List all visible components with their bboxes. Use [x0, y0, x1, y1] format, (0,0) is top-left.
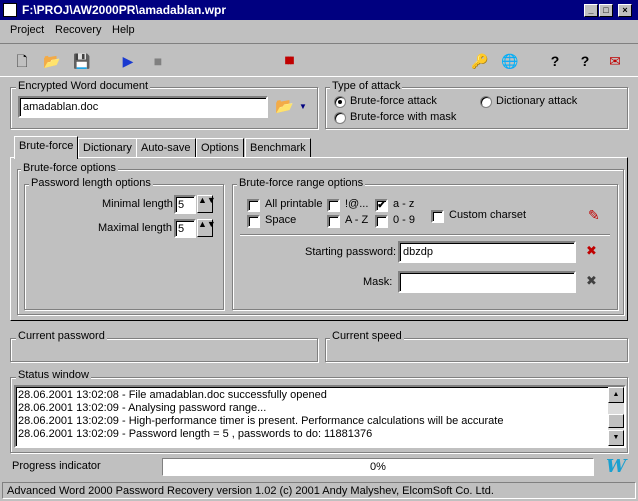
- minimal-length-label: Minimal length: [102, 198, 173, 210]
- exit-icon[interactable]: ✉: [605, 51, 625, 71]
- symbols-checkbox[interactable]: [327, 199, 340, 212]
- start-icon[interactable]: ▶: [118, 51, 138, 71]
- scroll-down-button[interactable]: ▼: [608, 430, 624, 446]
- stop-icon[interactable]: ■: [148, 51, 168, 71]
- maximal-length-spinner[interactable]: ▲▼: [197, 219, 216, 237]
- all-printable-label: All printable: [265, 198, 323, 210]
- status-window-label: Status window: [16, 369, 91, 381]
- progress-indicator-label: Progress indicator: [12, 460, 101, 472]
- brute-force-radio-label: Brute-force attack: [350, 95, 437, 107]
- menu-recovery[interactable]: Recovery: [55, 24, 101, 36]
- brute-force-radio[interactable]: [334, 96, 346, 108]
- elcomsoft-logo-icon[interactable]: W: [606, 456, 626, 477]
- tab-brute-force[interactable]: Brute-force: [14, 136, 79, 159]
- help-about-icon[interactable]: ?: [575, 51, 595, 71]
- status-log-line: 28.06.2001 13:02:08 - File amadablan.doc…: [18, 389, 327, 401]
- menu-help[interactable]: Help: [112, 24, 135, 36]
- new-project-icon[interactable]: 🗋: [12, 51, 32, 71]
- brute-force-mask-radio[interactable]: [334, 112, 346, 124]
- status-log-line: 28.06.2001 13:02:09 - High-performance t…: [18, 415, 504, 427]
- tab-options[interactable]: Options: [196, 138, 244, 158]
- custom-charset-label: Custom charset: [449, 209, 527, 221]
- status-log-line: 28.06.2001 13:02:09 - Password length = …: [18, 428, 373, 440]
- starting-password-label: Starting password:: [305, 246, 397, 258]
- digits-label: 0 - 9: [393, 214, 416, 226]
- app-icon[interactable]: [3, 3, 17, 17]
- space-label: Space: [265, 214, 297, 226]
- brute-force-mask-radio-label: Brute-force with mask: [350, 111, 457, 123]
- dictionary-radio[interactable]: [480, 96, 492, 108]
- starting-password-input[interactable]: dbzdp: [398, 241, 576, 263]
- uppercase-checkbox[interactable]: [327, 215, 340, 228]
- globe-icon[interactable]: 🌐: [500, 51, 520, 71]
- current-speed-label: Current speed: [330, 330, 404, 342]
- current-password-label: Current password: [16, 330, 107, 342]
- minimize-button[interactable]: _: [584, 4, 598, 17]
- title-bar[interactable]: F:\PROJ\AW2000PR\amadablan.wpr _ □ ×: [0, 0, 638, 20]
- encrypted-document-label: Encrypted Word document: [16, 80, 151, 92]
- password-length-label: Password length options: [29, 177, 153, 189]
- status-scrollbar[interactable]: ▲ ▼: [608, 387, 624, 446]
- dictionary-radio-label: Dictionary attack: [496, 95, 578, 107]
- menu-project[interactable]: Project: [10, 24, 44, 36]
- tab-benchmark[interactable]: Benchmark: [245, 138, 311, 158]
- status-log-line: 28.06.2001 13:02:09 - Analysing password…: [18, 402, 267, 414]
- status-log[interactable]: 28.06.2001 13:02:08 - File amadablan.doc…: [14, 385, 626, 448]
- window-title: F:\PROJ\AW2000PR\amadablan.wpr: [22, 3, 227, 17]
- edit-charset-icon[interactable]: ✎: [588, 207, 600, 224]
- attack-type-label: Type of attack: [330, 80, 403, 92]
- space-checkbox[interactable]: [247, 215, 260, 228]
- maximal-length-label: Maximal length: [98, 222, 172, 234]
- tab-dictionary[interactable]: Dictionary: [78, 138, 137, 158]
- clear-starting-password-icon[interactable]: ✖: [586, 243, 597, 259]
- scroll-up-button[interactable]: ▲: [608, 387, 624, 403]
- scroll-thumb[interactable]: [608, 414, 624, 428]
- custom-charset-checkbox[interactable]: [431, 210, 444, 223]
- brute-force-options-label: Brute-force options: [21, 162, 118, 174]
- progress-bar: 0%: [162, 458, 594, 476]
- mask-input[interactable]: [398, 271, 576, 293]
- close-button[interactable]: ×: [618, 4, 632, 17]
- range-options-label: Brute-force range options: [237, 177, 366, 189]
- toolbar: 🗋 📂 💾 ▶ ■ ▮▮▮ 🔑 🌐 ? ? ✉: [0, 43, 638, 77]
- browse-folder-icon[interactable]: 📂: [275, 97, 294, 115]
- lowercase-checkbox[interactable]: ✔: [375, 199, 388, 212]
- tab-auto-save[interactable]: Auto-save: [136, 138, 196, 158]
- help-topics-icon[interactable]: ?: [545, 51, 565, 71]
- key-icon[interactable]: 🔑: [470, 51, 490, 71]
- open-folder-icon[interactable]: 📂: [42, 51, 62, 71]
- clear-mask-icon[interactable]: ✖: [586, 273, 597, 289]
- menu-bar: Project Recovery Help: [0, 21, 638, 41]
- uppercase-label: A - Z: [345, 214, 369, 226]
- maximal-length-input[interactable]: 5: [174, 219, 196, 238]
- mask-label: Mask:: [363, 276, 393, 288]
- lowercase-label: a - z: [393, 198, 415, 210]
- all-printable-checkbox[interactable]: [247, 199, 260, 212]
- progress-text: 0%: [370, 461, 386, 473]
- save-icon[interactable]: 💾: [72, 51, 92, 71]
- maximize-button[interactable]: □: [599, 4, 613, 17]
- symbols-label: !@...: [345, 198, 369, 210]
- minimal-length-spinner[interactable]: ▲▼: [197, 195, 216, 213]
- document-path-input[interactable]: amadablan.doc: [18, 96, 268, 118]
- range-divider: [240, 234, 610, 236]
- minimal-length-input[interactable]: 5: [174, 195, 196, 214]
- recent-files-dropdown-icon[interactable]: ▼: [299, 102, 307, 111]
- digits-checkbox[interactable]: [375, 215, 388, 228]
- benchmark-chart-icon[interactable]: ▮▮▮: [278, 51, 298, 71]
- status-bar: Advanced Word 2000 Password Recovery ver…: [2, 482, 636, 499]
